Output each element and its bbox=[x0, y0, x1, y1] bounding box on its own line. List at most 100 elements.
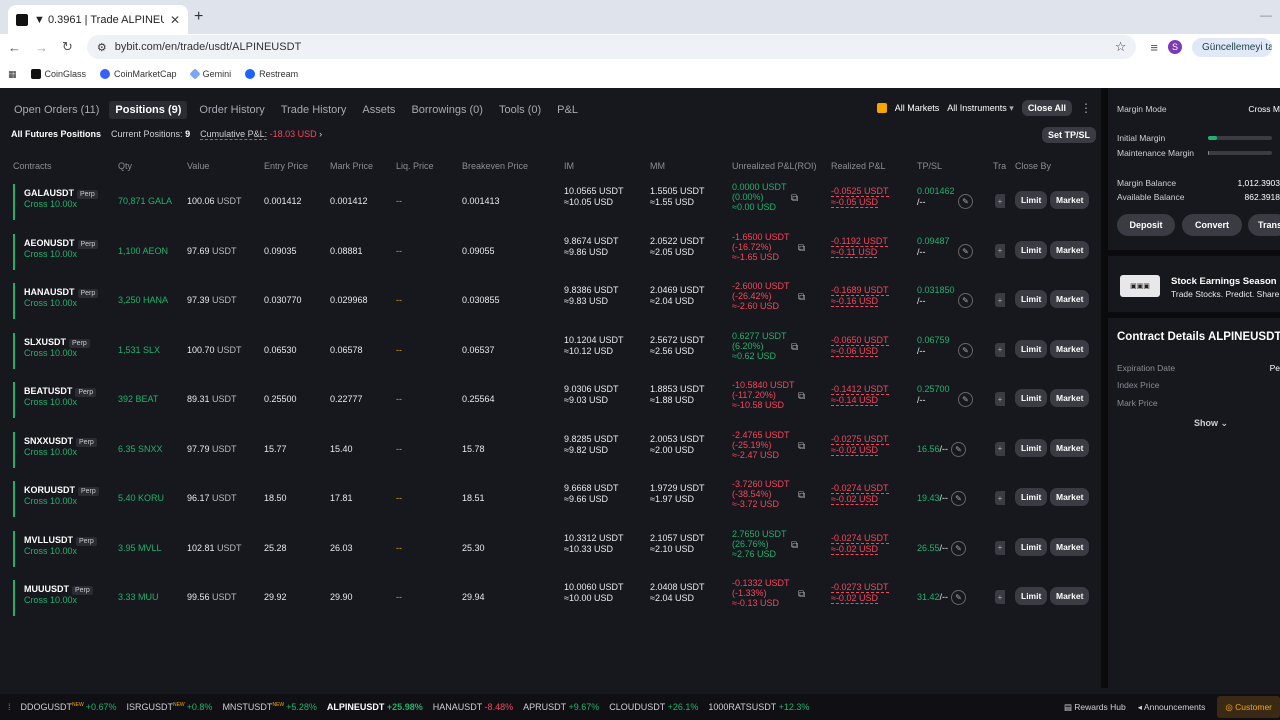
limit-close-button[interactable]: Limit bbox=[1015, 389, 1048, 407]
table-row[interactable]: MVLLUSDT Perp Cross 10.00x 3.95 MVLL 102.81 … bbox=[0, 525, 1100, 573]
tab-trade-history[interactable]: Trade History bbox=[281, 104, 347, 116]
contract-symbol[interactable]: BEATUSDT bbox=[24, 386, 72, 396]
contract-cell[interactable]: SNXXUSDT Perp Cross 10.00x bbox=[24, 436, 97, 457]
limit-close-button[interactable]: Limit bbox=[1015, 488, 1048, 506]
share-external-icon[interactable]: ⧉ bbox=[791, 540, 798, 551]
share-external-icon[interactable]: ⧉ bbox=[798, 391, 805, 402]
realized-pnl[interactable]: -0.0525 USDT ≈-0.05 USD bbox=[831, 186, 889, 208]
bookmark-restream[interactable]: Restream bbox=[245, 69, 298, 79]
market-close-button[interactable]: Market bbox=[1050, 438, 1090, 457]
table-row[interactable]: SNXXUSDT Perp Cross 10.00x 6.35 SNXX 97.79 U… bbox=[0, 426, 1100, 474]
back-icon[interactable]: ← bbox=[8, 40, 21, 55]
ticker-item[interactable]: ISRGUSDTNEW +0.8% bbox=[126, 702, 212, 712]
share-external-icon[interactable]: ⧉ bbox=[791, 193, 798, 204]
ticker-item[interactable]: ALPINEUSDT +25.98% bbox=[327, 702, 423, 712]
convert-button[interactable]: Convert bbox=[1182, 214, 1242, 236]
all-markets-checkbox[interactable] bbox=[876, 103, 887, 113]
leverage-label[interactable]: Cross 10.00x bbox=[24, 546, 97, 556]
limit-close-button[interactable]: Limit bbox=[1015, 438, 1048, 457]
trailing-stop-icon[interactable]: + bbox=[995, 441, 1005, 456]
realized-pnl[interactable]: -0.0275 USDT ≈-0.02 USD bbox=[831, 433, 889, 456]
share-external-icon[interactable]: ⧉ bbox=[798, 243, 805, 254]
leverage-label[interactable]: Cross 10.00x bbox=[24, 397, 96, 407]
customer-support-button[interactable]: ◎ Customer bbox=[1217, 696, 1280, 718]
contract-cell[interactable]: BEATUSDT Perp Cross 10.00x bbox=[24, 386, 97, 407]
table-row[interactable]: BEATUSDT Perp Cross 10.00x 392 BEAT 89.31 US… bbox=[0, 376, 1100, 424]
edit-tpsl-pencil-icon[interactable]: ✎ bbox=[951, 491, 966, 506]
tab-order-history[interactable]: Order History bbox=[199, 104, 264, 116]
limit-close-button[interactable]: Limit bbox=[1015, 537, 1048, 556]
bookmark-coinglass[interactable]: CoinGlass bbox=[30, 69, 86, 79]
table-row[interactable]: KORUUSDT Perp Cross 10.00x 5.40 KORU 96.17 U… bbox=[0, 475, 1100, 523]
site-info-icon[interactable]: ⚙ bbox=[97, 41, 107, 54]
all-futures-filter[interactable]: All Futures Positions bbox=[11, 129, 101, 139]
tab-open-orders[interactable]: Open Orders (11) bbox=[14, 104, 99, 116]
bookmark-coinmarketcap[interactable]: CoinMarketCap bbox=[100, 69, 177, 79]
tab-assets[interactable]: Assets bbox=[362, 104, 395, 116]
bookmark-gemini[interactable]: Gemini bbox=[188, 68, 231, 80]
contract-symbol[interactable]: KORUUSDT bbox=[24, 485, 75, 495]
edit-tpsl-pencil-icon[interactable]: ✎ bbox=[958, 392, 973, 407]
promo-title[interactable]: Stock Earnings Season bbox=[1171, 276, 1277, 287]
market-close-button[interactable]: Market bbox=[1050, 240, 1090, 259]
all-instruments-select[interactable]: All Instruments ▾ bbox=[947, 103, 1014, 114]
table-row[interactable]: SLXUSDT Perp Cross 10.00x 1,531 SLX 100.70 U… bbox=[0, 327, 1100, 375]
realized-pnl[interactable]: -0.1192 USDT ≈-0.11 USD bbox=[831, 235, 888, 258]
trailing-stop-icon[interactable]: + bbox=[995, 392, 1005, 406]
limit-close-button[interactable]: Limit bbox=[1015, 191, 1048, 209]
leverage-label[interactable]: Cross 10.00x bbox=[24, 298, 98, 308]
media-controls-icon[interactable]: ≡ bbox=[1150, 40, 1158, 55]
realized-pnl[interactable]: -0.0274 USDT ≈-0.02 USD bbox=[831, 532, 889, 555]
tab-tools[interactable]: Tools (0) bbox=[499, 104, 541, 116]
leverage-label[interactable]: Cross 10.00x bbox=[24, 595, 93, 605]
profile-avatar[interactable]: S bbox=[1168, 40, 1182, 54]
contract-cell[interactable]: AEONUSDT Perp Cross 10.00x bbox=[24, 238, 99, 259]
all-markets-label[interactable]: All Markets bbox=[895, 103, 940, 113]
rewards-hub-link[interactable]: ▤ Rewards Hub bbox=[1064, 702, 1126, 713]
limit-close-button[interactable]: Limit bbox=[1015, 240, 1048, 259]
leverage-label[interactable]: Cross 10.00x bbox=[24, 447, 97, 457]
leverage-label[interactable]: Cross 10.00x bbox=[24, 496, 99, 506]
trailing-stop-icon[interactable]: + bbox=[995, 194, 1005, 208]
market-close-button[interactable]: Market bbox=[1050, 339, 1090, 358]
limit-close-button[interactable]: Limit bbox=[1015, 290, 1048, 308]
close-all-button[interactable]: Close All bbox=[1021, 100, 1072, 116]
share-external-icon[interactable]: ⧉ bbox=[798, 589, 805, 600]
contract-cell[interactable]: MUUUSDT Perp Cross 10.00x bbox=[24, 584, 93, 605]
forward-icon[interactable]: → bbox=[35, 40, 48, 55]
realized-pnl[interactable]: -0.1689 USDT ≈-0.16 USD bbox=[831, 285, 889, 307]
table-row[interactable]: AEONUSDT Perp Cross 10.00x 1,100 AEON 97.69 … bbox=[0, 228, 1100, 276]
contract-cell[interactable]: SLXUSDT Perp Cross 10.00x bbox=[24, 337, 90, 358]
trailing-stop-icon[interactable]: + bbox=[995, 491, 1005, 505]
contract-symbol[interactable]: GALAUSDT bbox=[24, 188, 74, 198]
deposit-button[interactable]: Deposit bbox=[1117, 214, 1175, 236]
contract-cell[interactable]: MVLLUSDT Perp Cross 10.00x bbox=[24, 535, 97, 556]
reload-icon[interactable]: ↻ bbox=[62, 39, 73, 55]
edit-tpsl-pencil-icon[interactable]: ✎ bbox=[951, 540, 966, 556]
edit-tpsl-pencil-icon[interactable]: ✎ bbox=[951, 590, 966, 605]
tab-borrowings[interactable]: Borrowings (0) bbox=[411, 104, 483, 116]
contract-cell[interactable]: KORUUSDT Perp Cross 10.00x bbox=[24, 485, 99, 506]
edit-tpsl-pencil-icon[interactable]: ✎ bbox=[958, 342, 973, 358]
minimize-icon[interactable]: — bbox=[1260, 8, 1272, 22]
contract-symbol[interactable]: HANAUSDT bbox=[24, 287, 75, 297]
cumulative-pnl[interactable]: Cumulative P&L: -18.03 USD › bbox=[200, 129, 322, 140]
contract-symbol[interactable]: MVLLUSDT bbox=[24, 535, 73, 545]
leverage-label[interactable]: Cross 10.00x bbox=[24, 249, 98, 259]
close-tab-icon[interactable]: ✕ bbox=[170, 13, 180, 27]
bookmark-star-icon[interactable]: ☆ bbox=[1115, 39, 1127, 55]
trailing-stop-icon[interactable]: + bbox=[995, 243, 1005, 258]
market-close-button[interactable]: Market bbox=[1050, 488, 1090, 506]
market-close-button[interactable]: Market bbox=[1050, 290, 1090, 308]
edit-tpsl-pencil-icon[interactable]: ✎ bbox=[958, 243, 973, 259]
share-external-icon[interactable]: ⧉ bbox=[798, 292, 805, 303]
contract-symbol[interactable]: AEONUSDT bbox=[24, 238, 75, 248]
realized-pnl[interactable]: -0.0273 USDT ≈-0.02 USD bbox=[831, 582, 889, 604]
table-row[interactable]: HANAUSDT Perp Cross 10.00x 3,250 HANA 97.39 … bbox=[0, 277, 1100, 325]
table-row[interactable]: MUUUSDT Perp Cross 10.00x 3.33 MUU 99.56 USD… bbox=[0, 574, 1100, 622]
share-external-icon[interactable]: ⧉ bbox=[798, 441, 805, 452]
new-tab-icon[interactable]: + bbox=[194, 8, 203, 26]
address-bar[interactable]: ⚙ bybit.com/en/trade/usdt/ALPINEUSDT ☆ bbox=[86, 35, 1137, 59]
market-close-button[interactable]: Market bbox=[1050, 191, 1090, 209]
transfer-button[interactable]: Trans bbox=[1248, 214, 1280, 236]
